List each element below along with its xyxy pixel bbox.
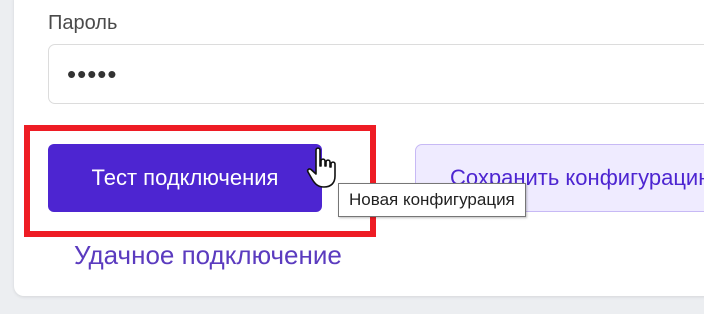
password-label: Пароль	[48, 12, 118, 34]
password-input[interactable]: •••••	[48, 44, 704, 104]
hand-pointer-icon	[306, 147, 336, 188]
test-connection-button[interactable]: Тест подключения	[48, 144, 322, 212]
connection-status-text: Удачное подключение	[74, 240, 342, 270]
tooltip: Новая конфигурация	[338, 183, 526, 217]
